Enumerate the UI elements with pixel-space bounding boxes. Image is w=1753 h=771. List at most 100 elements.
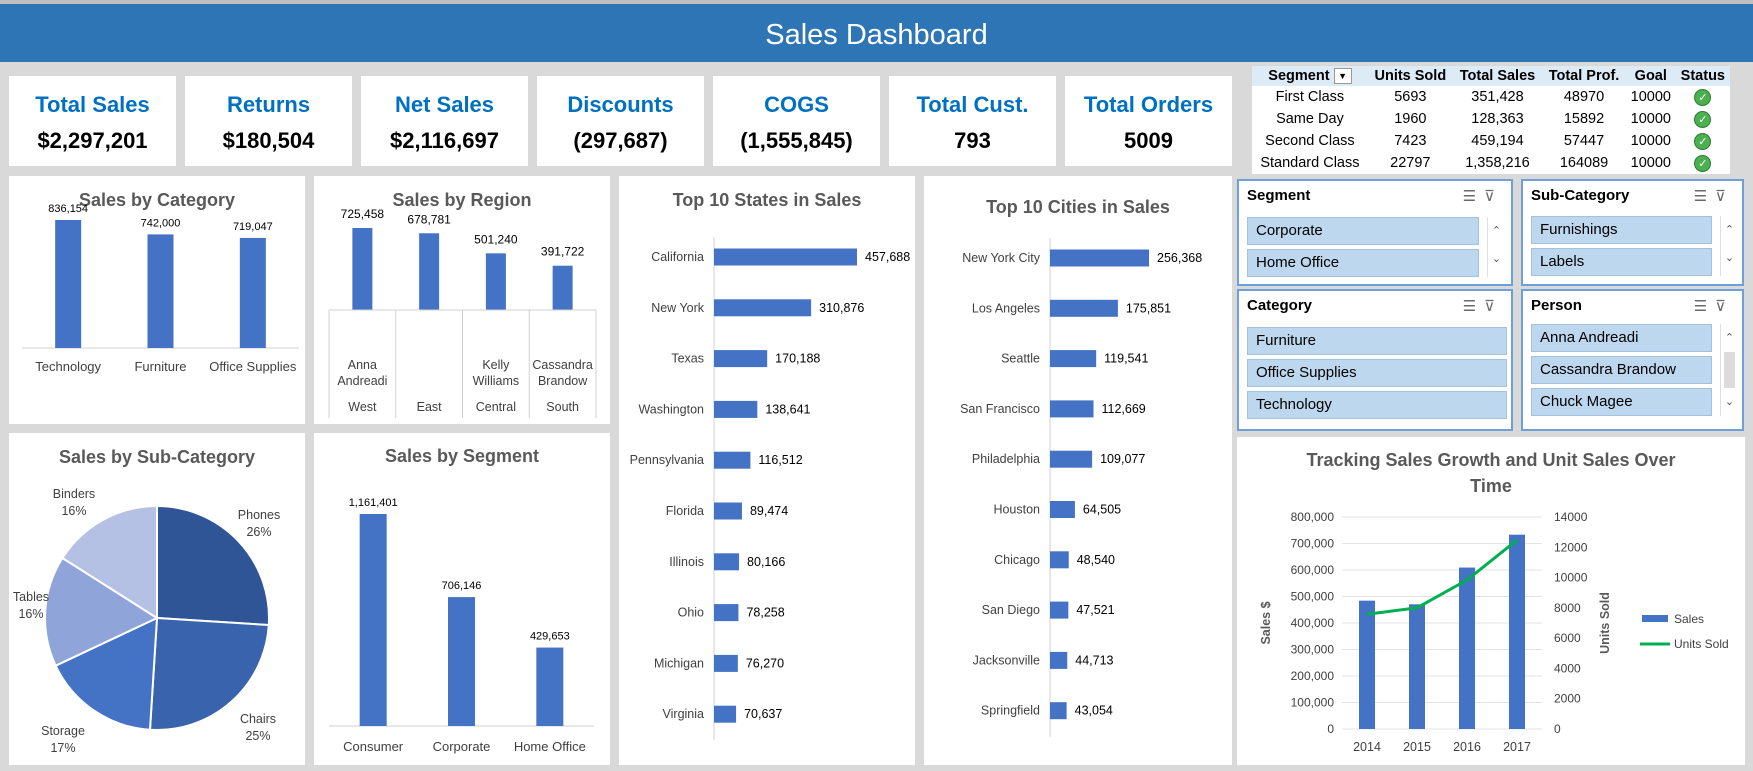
slicer-controls: ☰⊽: [1463, 297, 1503, 315]
bar: [1050, 299, 1118, 317]
manager-label: Cassandra: [532, 358, 592, 372]
slicer-controls: ☰⊽: [1463, 187, 1503, 205]
kpi-label: Net Sales: [394, 92, 495, 117]
category-label: Houston: [993, 503, 1040, 517]
table-header: Total Prof.: [1542, 66, 1626, 86]
data-label: 836,154: [48, 203, 88, 215]
clear-filter-icon[interactable]: ⊽: [1484, 188, 1503, 205]
scroll-thumb[interactable]: [1724, 352, 1735, 388]
scroll-down-icon[interactable]: ⌄: [1721, 388, 1738, 416]
slicer-category: Category ☰⊽ Furniture Office Supplies Te…: [1237, 289, 1513, 431]
category-label: California: [651, 250, 704, 264]
kpi-value: $2,297,201: [37, 128, 148, 153]
x-tick-label: 2016: [1453, 740, 1481, 754]
y2-tick-label: 0: [1554, 722, 1561, 736]
slice-percent-label: 16%: [18, 607, 43, 621]
bar: [714, 299, 812, 317]
scroll-up-icon[interactable]: ⌃: [1721, 216, 1738, 244]
y2-tick-label: 14000: [1554, 510, 1588, 524]
data-label: 76,270: [746, 656, 784, 670]
y2-axis-label: Units Sold: [1598, 592, 1612, 654]
table-header[interactable]: Segment ▼: [1252, 66, 1368, 86]
table-header-row: Segment ▼ Units Sold Total Sales Total Pr…: [1252, 66, 1730, 86]
clear-filter-icon[interactable]: ⊽: [1715, 298, 1734, 315]
category-label: Furniture: [134, 359, 186, 374]
manager-label: Williams: [473, 374, 520, 388]
y2-tick-label: 4000: [1554, 661, 1581, 675]
kpi-value: $180,504: [222, 128, 315, 153]
slicer-item[interactable]: Chuck Magee: [1531, 388, 1712, 416]
multi-select-icon[interactable]: ☰: [1694, 188, 1715, 205]
scroll-up-icon[interactable]: ⌃: [1721, 324, 1738, 352]
data-label: 175,851: [1126, 301, 1171, 315]
data-label: 1,161,401: [349, 497, 398, 509]
table-cell: 10000: [1630, 111, 1671, 127]
y2-tick-label: 10000: [1554, 571, 1588, 585]
bar: [714, 553, 740, 571]
category-label: Corporate: [433, 739, 491, 754]
kpi-total-customers: Total Cust. 793: [889, 76, 1056, 166]
category-label: New York: [651, 301, 705, 315]
slicer-item[interactable]: Home Office: [1247, 249, 1479, 277]
chart-region-panel: Sales by Region 725,458 Anna Andreadi West 6…: [314, 176, 610, 424]
kpi-label: Returns: [226, 92, 311, 117]
category-label: Illinois: [669, 555, 704, 569]
slicer-scrollbar[interactable]: ⌃ ⌄: [1487, 217, 1505, 277]
slicer-item[interactable]: Anna Andreadi: [1531, 324, 1712, 352]
slicer-item[interactable]: Furniture: [1247, 327, 1507, 355]
bar: [714, 400, 758, 418]
bar: [1050, 249, 1149, 267]
data-label: 310,876: [819, 301, 864, 315]
data-label: 48,540: [1077, 553, 1115, 567]
kpi-label: Total Sales: [35, 92, 150, 117]
filter-dropdown-icon[interactable]: ▼: [1333, 68, 1352, 85]
table-header: Total Sales: [1452, 66, 1543, 86]
scroll-down-icon[interactable]: ⌄: [1721, 244, 1738, 272]
table-cell: 7423: [1394, 133, 1427, 149]
status-cell: ✓: [1676, 152, 1730, 174]
y-tick-label: 400,000: [1291, 616, 1335, 630]
bar: [536, 647, 564, 726]
data-label: 457,688: [865, 250, 910, 264]
slicer-item[interactable]: Office Supplies: [1247, 359, 1507, 387]
slicer-scrollbar[interactable]: ⌃ ⌄: [1720, 324, 1738, 416]
bar: [147, 234, 174, 348]
bar: [714, 451, 751, 469]
category-label: San Francisco: [960, 402, 1040, 416]
region-label: South: [546, 400, 579, 414]
category-label: Ohio: [678, 606, 704, 620]
category-label: Technology: [35, 359, 101, 374]
slicer-item[interactable]: Labels: [1531, 248, 1712, 276]
x-tick-label: 2017: [1503, 740, 1531, 754]
clear-filter-icon[interactable]: ⊽: [1715, 188, 1734, 205]
category-label: New York City: [962, 251, 1041, 265]
table-row: First Class 5693 351,428 48970 10000 ✓: [1252, 86, 1730, 108]
slicer-item[interactable]: Furnishings: [1531, 216, 1712, 244]
clear-filter-icon[interactable]: ⊽: [1484, 298, 1503, 315]
slicer-scrollbar[interactable]: ⌃ ⌄: [1720, 216, 1738, 276]
table-cell: 459,194: [1471, 133, 1524, 149]
table-cell: 10000: [1630, 89, 1671, 105]
scroll-up-icon[interactable]: ⌃: [1488, 217, 1505, 245]
data-label: 725,458: [341, 207, 385, 221]
bar: [714, 604, 739, 622]
table-cell: First Class: [1275, 89, 1345, 105]
table-header: Units Sold: [1367, 66, 1453, 86]
multi-select-icon[interactable]: ☰: [1463, 188, 1484, 205]
multi-select-icon[interactable]: ☰: [1694, 298, 1715, 315]
multi-select-icon[interactable]: ☰: [1463, 298, 1484, 315]
slicer-item[interactable]: Cassandra Brandow: [1531, 356, 1712, 384]
region-label: West: [348, 400, 377, 414]
data-label: 391,722: [541, 245, 585, 259]
category-label: Los Angeles: [972, 301, 1040, 315]
y-axis-label: Sales $: [1259, 601, 1273, 644]
slicer-item[interactable]: Technology: [1247, 391, 1507, 419]
data-label: 64,505: [1083, 503, 1121, 517]
scroll-down-icon[interactable]: ⌄: [1488, 245, 1505, 273]
slice-category-label: Chairs: [240, 712, 276, 726]
kpi-returns: Returns $180,504: [185, 76, 352, 166]
data-label: 89,474: [750, 504, 788, 518]
region-label: East: [417, 400, 443, 414]
table-cell: Standard Class: [1260, 155, 1360, 171]
slicer-item[interactable]: Corporate: [1247, 217, 1479, 245]
